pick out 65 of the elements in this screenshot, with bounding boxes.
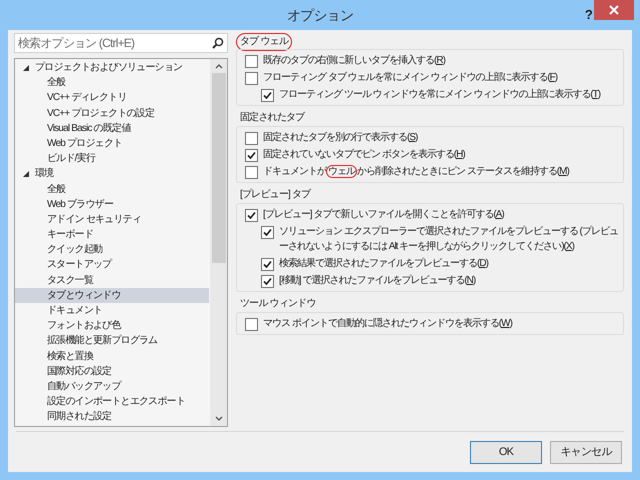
option-label: ドキュメントが ウェル から削除されたときにピン ステータスを維持する(M) bbox=[263, 164, 569, 179]
group-title: ツール ウィンドウ bbox=[239, 297, 317, 311]
search-field[interactable]: 検索オプション (Ctrl+E) bbox=[14, 33, 228, 53]
tree-item[interactable]: キーボード bbox=[15, 227, 209, 242]
expand-arrow-icon[interactable] bbox=[23, 64, 29, 71]
checkbox[interactable] bbox=[245, 318, 258, 331]
tree-item[interactable]: VC++ ディレクトリ bbox=[15, 90, 209, 106]
option-label: フローティング タブ ウェルを常にメイン ウィンドウの上部に表示する(F) bbox=[263, 70, 558, 85]
tree-item[interactable]: クイック起動 bbox=[15, 242, 209, 258]
tree-item[interactable]: プロジェクトおよびソリューション bbox=[35, 61, 182, 74]
checkbox[interactable] bbox=[245, 72, 258, 85]
tree-item[interactable]: Visual Basic の既定値 bbox=[15, 120, 209, 136]
tree-item[interactable]: アドイン セキュリティ bbox=[15, 212, 209, 228]
tree-item[interactable]: Web ブラウザー bbox=[15, 196, 209, 212]
scrollbar[interactable] bbox=[210, 59, 227, 426]
tree-item[interactable]: 同期された設定 bbox=[15, 409, 209, 424]
checkbox[interactable] bbox=[261, 258, 274, 271]
tree-item[interactable]: 拡張機能と更新プログラム bbox=[15, 333, 209, 349]
search-input[interactable]: 検索オプション (Ctrl+E) bbox=[18, 34, 212, 52]
tree-item[interactable]: 全般 bbox=[15, 75, 209, 90]
tree-item[interactable]: ドキュメント bbox=[15, 303, 209, 318]
tree-item[interactable]: タブとウィンドウ bbox=[15, 288, 209, 303]
tree-item[interactable]: タスク一覧 bbox=[15, 272, 209, 288]
checkbox[interactable] bbox=[245, 166, 258, 179]
checkbox[interactable] bbox=[245, 209, 258, 222]
tree-item[interactable]: ビルド/実行 bbox=[15, 151, 209, 166]
scrollbar-thumb[interactable] bbox=[212, 73, 226, 263]
dialog-button[interactable]: キャンセル bbox=[550, 440, 622, 464]
group-title: [プレビュー] タブ bbox=[239, 188, 312, 202]
close-icon bbox=[609, 5, 619, 15]
checkmark-icon bbox=[263, 91, 272, 100]
checkmark-icon bbox=[247, 151, 256, 160]
option-label: [移動] で選択されたファイルをプレビューする(N) bbox=[279, 274, 476, 288]
tree-item[interactable]: Web プロジェクト bbox=[15, 136, 209, 152]
option-label: 固定されたタブを別の行で表示する(S) bbox=[263, 130, 418, 145]
tree-item[interactable]: 検索と置換 bbox=[15, 348, 209, 364]
option-label: 固定されていないタブでピン ボタンを表示する(H) bbox=[263, 148, 465, 162]
option-label: 既存のタブの右側に新しいタブを挿入する(R) bbox=[263, 54, 445, 68]
option-label: マウス ポイントで自動的に隠されたウィンドウを表示する(W) bbox=[263, 316, 512, 331]
search-icon bbox=[212, 37, 224, 49]
checkbox[interactable] bbox=[261, 275, 274, 288]
checkbox[interactable] bbox=[245, 132, 258, 145]
close-button[interactable] bbox=[594, 0, 634, 20]
option-label: ソリューション エクスプローラーで選択されたファイルをプレビューする (プレビューされないようにするには Alt キーを押しながらクリックしてください)(X) bbox=[279, 224, 619, 254]
tree-item[interactable]: スタートアップ bbox=[15, 257, 209, 273]
option-label: 検索結果で選択されたファイルをプレビューする(D) bbox=[279, 256, 488, 271]
checkbox[interactable] bbox=[261, 226, 274, 239]
tree-item[interactable]: VC++ プロジェクトの設定 bbox=[15, 106, 209, 121]
checkbox[interactable] bbox=[261, 89, 274, 102]
group-title: 固定されたタブ bbox=[239, 110, 306, 125]
checkbox[interactable] bbox=[245, 55, 258, 68]
tree-item[interactable]: 国際対応の設定 bbox=[15, 364, 209, 379]
tree-item[interactable]: 設定のインポートとエクスポート bbox=[15, 394, 209, 410]
tree-item[interactable]: フォントおよび色 bbox=[15, 318, 209, 334]
help-button[interactable]: ? bbox=[584, 5, 592, 24]
option-label: フローティング ツール ウィンドウを常にメイン ウィンドウの上部に表示する(T) bbox=[279, 88, 600, 102]
tree-item[interactable]: 環境 bbox=[35, 167, 54, 180]
window-title: オプション bbox=[286, 6, 353, 24]
tree-item[interactable]: 自動バックアップ bbox=[15, 378, 209, 394]
tree-item[interactable]: 全般 bbox=[15, 182, 209, 197]
option-label: [プレビュー] タブで新しいファイルを開くことを許可する(A) bbox=[263, 208, 504, 222]
checkbox[interactable] bbox=[245, 149, 258, 162]
group-title: タブ ウェル bbox=[236, 33, 292, 51]
expand-arrow-icon[interactable] bbox=[23, 170, 29, 177]
dialog-button[interactable]: OK bbox=[470, 440, 542, 464]
